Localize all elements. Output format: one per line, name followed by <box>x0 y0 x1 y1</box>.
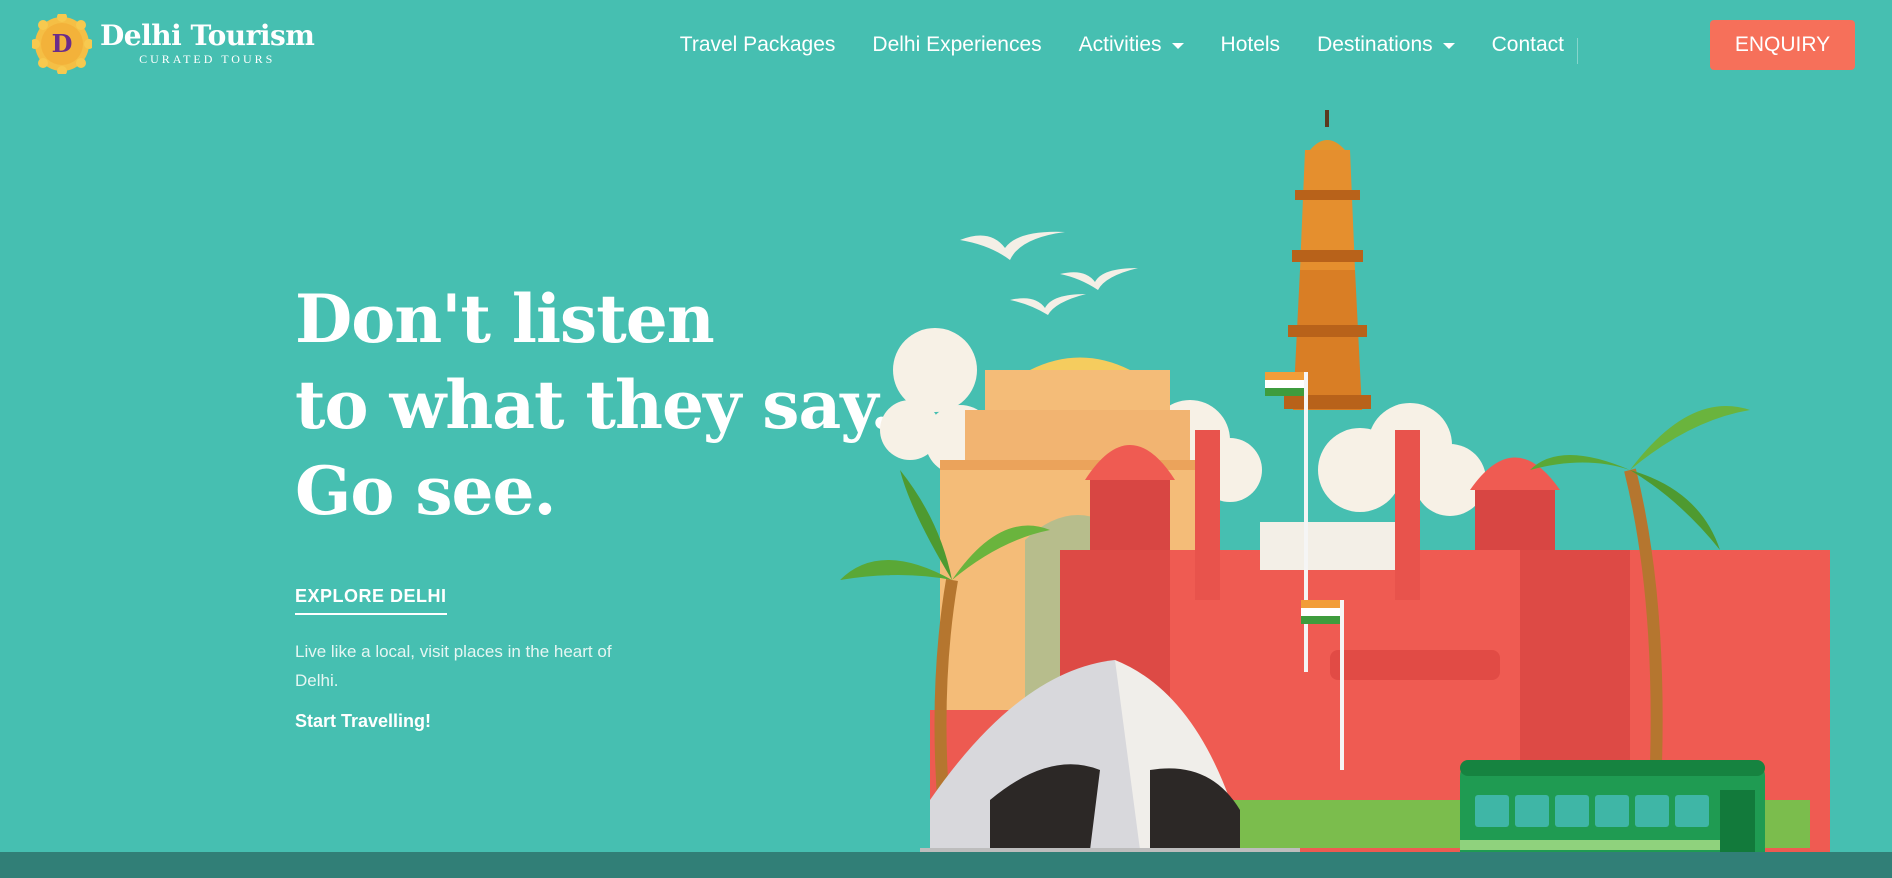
nav-item-activities[interactable]: Activities <box>1079 33 1184 57</box>
logo-subtitle: CURATED TOURS <box>139 52 276 66</box>
logo-badge-icon: D <box>32 14 92 74</box>
nav-item-delhi-experiences[interactable]: Delhi Experiences <box>872 33 1041 57</box>
logo-letter: D <box>52 29 73 58</box>
hero-title-line: Don't listen <box>295 280 715 358</box>
caret-down-icon <box>1171 43 1184 49</box>
hero-title-line: Go see. <box>295 452 556 530</box>
nav-item-hotels[interactable]: Hotels <box>1221 33 1281 57</box>
nav-item-travel-packages[interactable]: Travel Packages <box>680 33 836 57</box>
hero-description: Live like a local, visit places in the h… <box>295 642 612 690</box>
caret-down-icon <box>1442 43 1455 49</box>
birds-icon <box>960 231 1138 315</box>
nav-item-label: Contact <box>1491 33 1564 56</box>
qutub-minar-icon <box>1284 110 1371 410</box>
nav-item-label: Destinations <box>1317 33 1433 56</box>
logo-title: Delhi Tourism <box>100 19 315 52</box>
explore-delhi-link[interactable]: EXPLORE DELHI <box>295 586 447 615</box>
nav-item-destinations[interactable]: Destinations <box>1317 33 1455 57</box>
nav-item-label: Activities <box>1078 33 1162 56</box>
delhi-landmarks-illustration <box>840 110 1830 878</box>
nav-item-label: Delhi Experiences <box>872 33 1042 56</box>
site-header: D Delhi Tourism CURATED TOURS Travel Pac… <box>0 0 1892 90</box>
nav-item-contact[interactable]: Contact <box>1491 33 1578 64</box>
hero-title: Don't listen to what they say. Go see. <box>295 276 893 534</box>
start-travelling-link[interactable]: Start Travelling! <box>295 711 431 732</box>
nav-divider <box>1577 38 1578 64</box>
nav-item-label: Hotels <box>1220 33 1281 56</box>
logo[interactable]: D Delhi Tourism CURATED TOURS <box>32 14 315 74</box>
main-nav: Travel Packages Delhi Experiences Activi… <box>643 28 1578 64</box>
footer-strip <box>0 852 1892 878</box>
logo-text: Delhi Tourism CURATED TOURS <box>100 19 315 67</box>
hero-title-line: to what they say. <box>295 366 893 444</box>
enquiry-button[interactable]: ENQUIRY <box>1710 20 1855 70</box>
nav-item-label: Travel Packages <box>679 33 836 56</box>
